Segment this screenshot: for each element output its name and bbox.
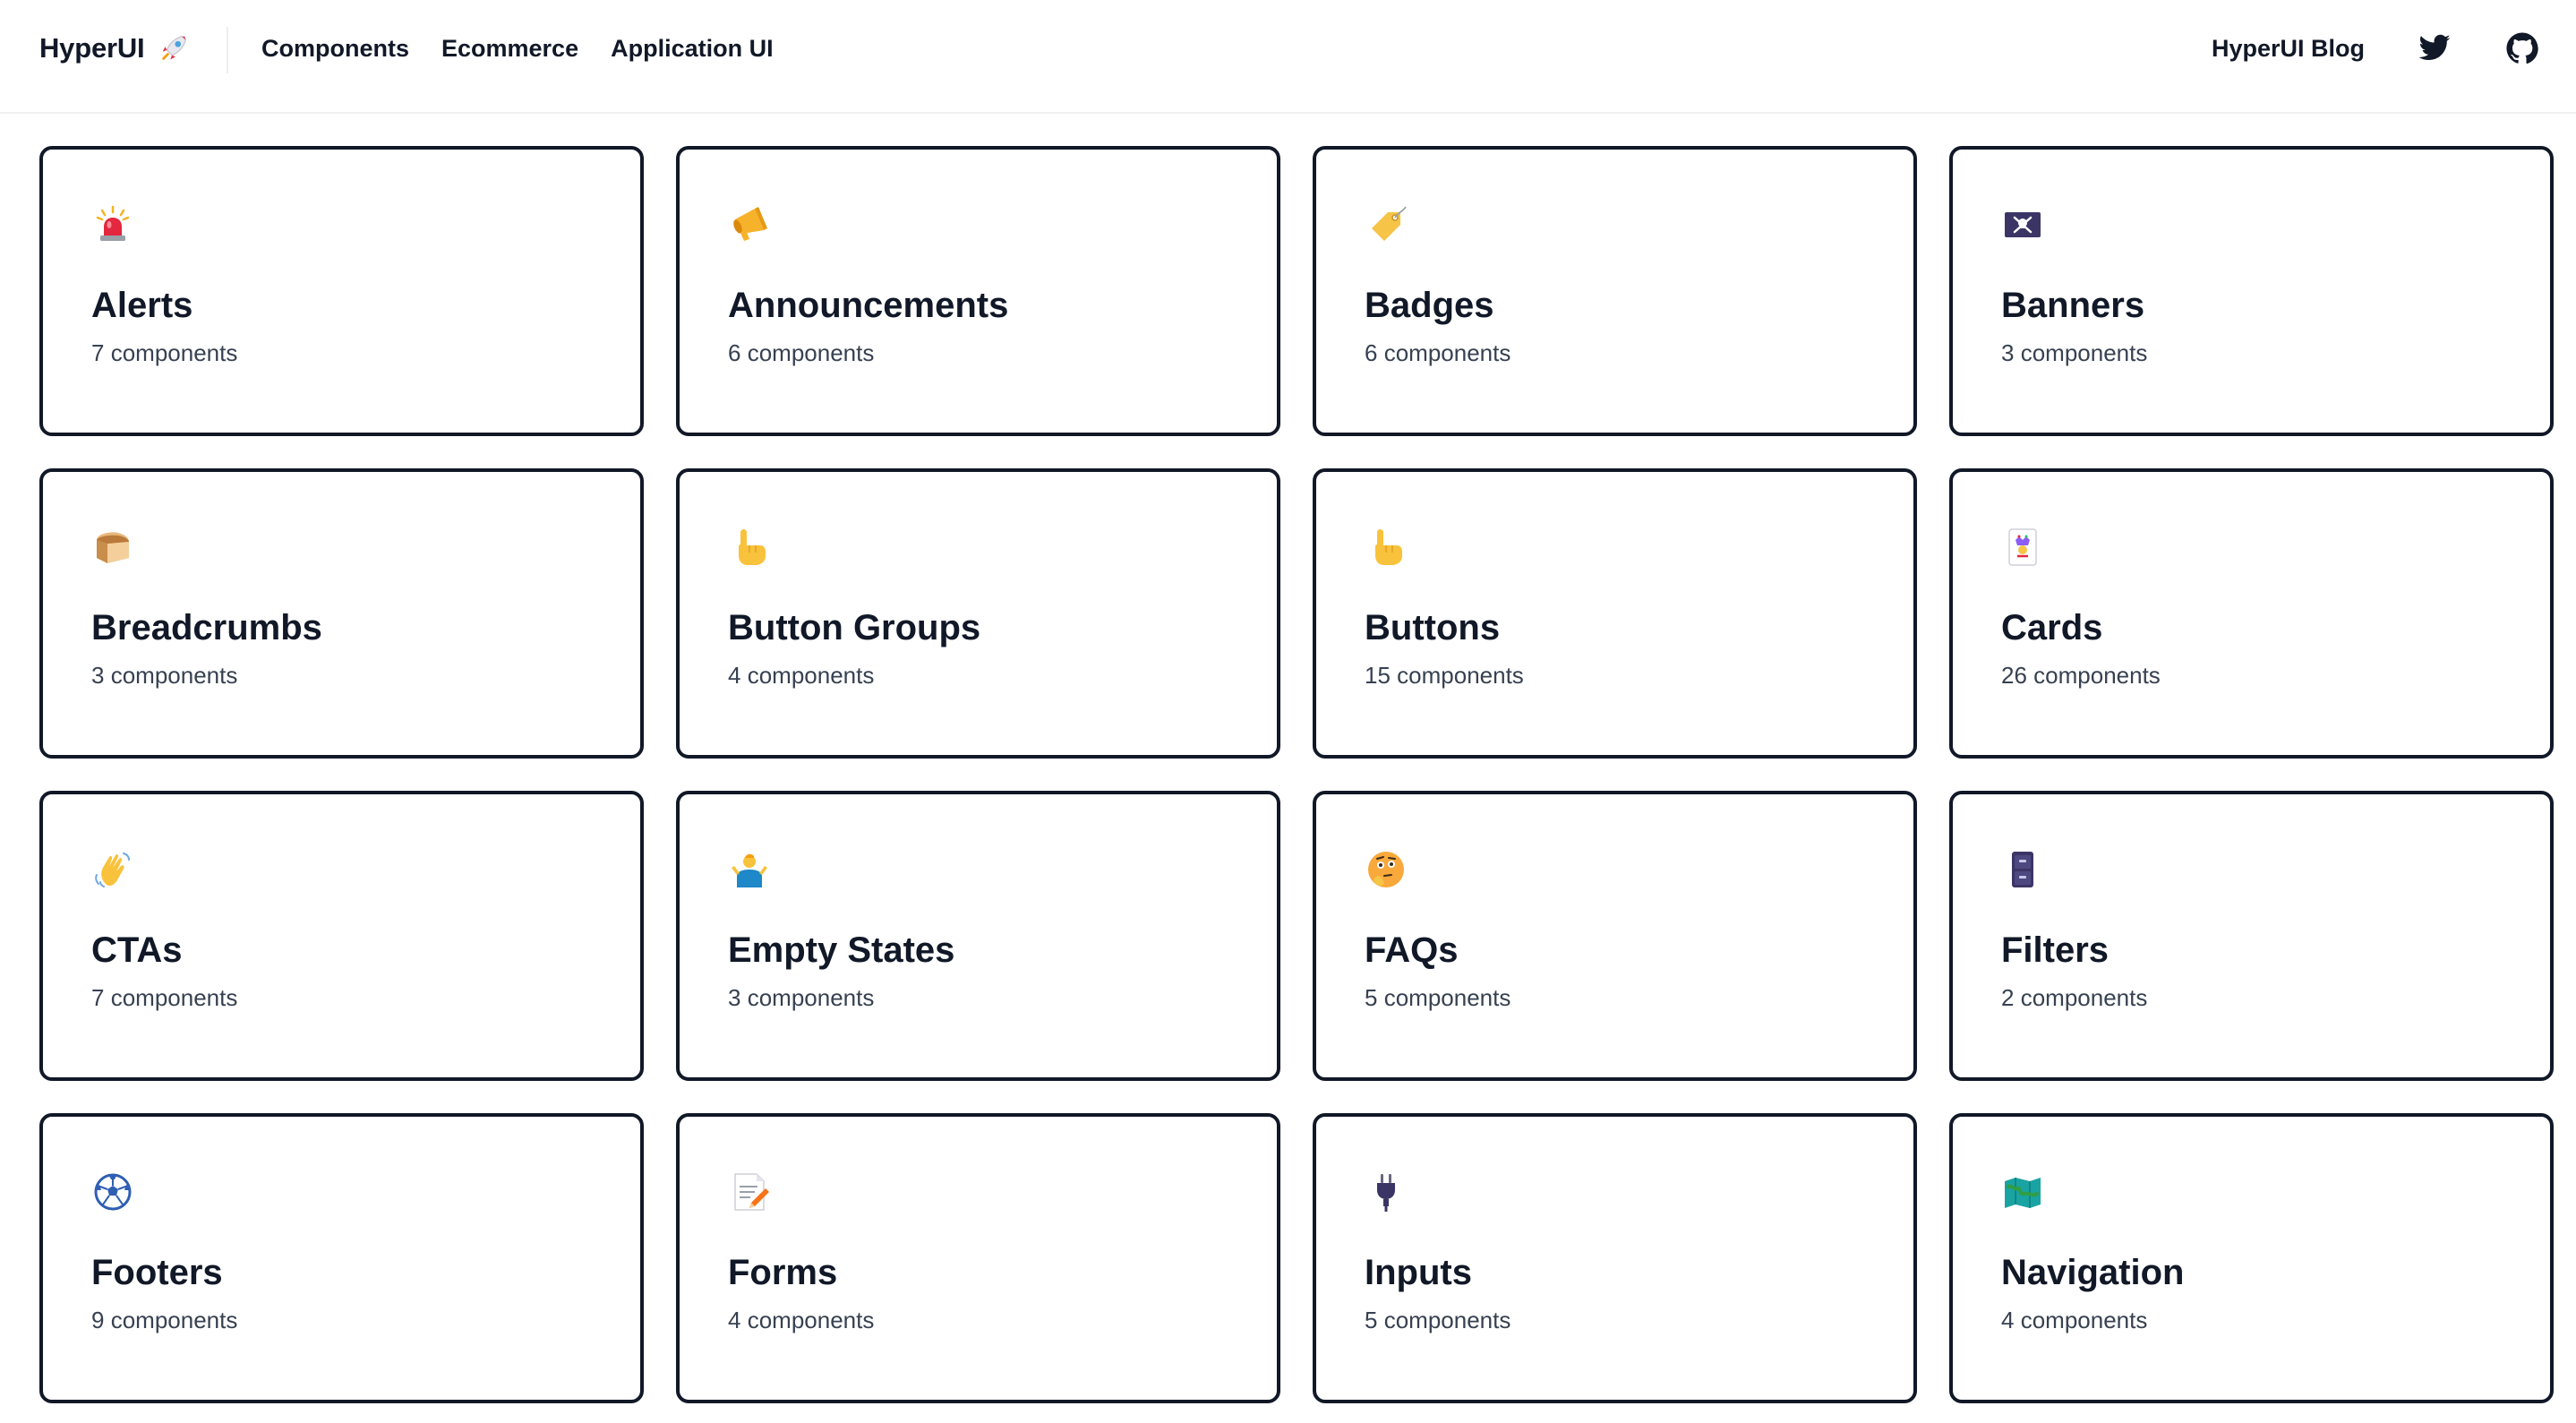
nav-ecommerce[interactable]: Ecommerce bbox=[441, 35, 578, 63]
thinking-face-icon bbox=[1368, 852, 1404, 887]
card-empty-states[interactable]: Empty States 3 components bbox=[676, 791, 1280, 1081]
header-divider bbox=[227, 27, 228, 73]
card-title: Alerts bbox=[91, 286, 193, 325]
card-count: 7 components bbox=[91, 339, 238, 366]
card-count: 4 components bbox=[2001, 1307, 2148, 1333]
nav-application-ui[interactable]: Application UI bbox=[611, 35, 774, 63]
card-count: 6 components bbox=[728, 339, 875, 366]
shrug-icon bbox=[732, 853, 767, 887]
card-forms[interactable]: Forms 4 components bbox=[676, 1113, 1280, 1403]
card-count: 15 components bbox=[1365, 662, 1524, 689]
card-buttons[interactable]: Buttons 15 components bbox=[1313, 468, 1917, 759]
bread-icon bbox=[97, 532, 129, 563]
pirate-flag-icon bbox=[2005, 212, 2041, 237]
card-title: Badges bbox=[1365, 286, 1494, 325]
card-alerts[interactable]: Alerts 7 components bbox=[39, 146, 644, 436]
card-count: 3 components bbox=[2001, 339, 2148, 366]
card-count: 2 components bbox=[2001, 984, 2148, 1011]
card-banners[interactable]: Banners 3 components bbox=[1949, 146, 2554, 436]
card-title: Forms bbox=[728, 1253, 838, 1292]
card-count: 26 components bbox=[2001, 662, 2161, 689]
top-header: HyperUI Components Ecommerce Application… bbox=[0, 0, 2576, 114]
component-grid: Alerts 7 components Announcements 6 comp… bbox=[39, 146, 2554, 1403]
card-faqs[interactable]: FAQs 5 components bbox=[1313, 791, 1917, 1081]
header-right: HyperUI Blog bbox=[2212, 27, 2540, 70]
joker-card-icon bbox=[2008, 528, 2037, 566]
card-count: 4 components bbox=[728, 1307, 875, 1333]
card-count: 9 components bbox=[91, 1307, 238, 1333]
card-navigation[interactable]: Navigation 4 components bbox=[1949, 1113, 2554, 1403]
card-count: 5 components bbox=[1365, 984, 1511, 1011]
card-inputs[interactable]: Inputs 5 components bbox=[1313, 1113, 1917, 1403]
pointing-hand-icon bbox=[1375, 529, 1402, 565]
card-filters[interactable]: Filters 2 components bbox=[1949, 791, 2554, 1081]
card-title: Navigation bbox=[2001, 1253, 2185, 1292]
pointing-hand-icon bbox=[739, 529, 766, 565]
brand-link[interactable]: HyperUI bbox=[39, 30, 191, 66]
police-light-icon bbox=[96, 205, 130, 241]
file-cabinet-icon bbox=[2012, 852, 2033, 887]
card-footers[interactable]: Footers 9 components bbox=[39, 1113, 644, 1403]
plug-icon bbox=[1377, 1174, 1395, 1212]
card-title: Button Groups bbox=[728, 608, 981, 647]
card-count: 6 components bbox=[1365, 339, 1511, 366]
card-title: FAQs bbox=[1365, 930, 1459, 970]
megaphone-icon bbox=[733, 207, 767, 241]
card-title: Footers bbox=[91, 1253, 223, 1292]
card-title: Announcements bbox=[728, 286, 1009, 325]
tag-icon bbox=[1372, 206, 1407, 241]
card-count: 5 components bbox=[1365, 1307, 1511, 1333]
card-count: 7 components bbox=[91, 984, 238, 1011]
card-cards[interactable]: Cards 26 components bbox=[1949, 468, 2554, 759]
rocket-icon bbox=[162, 35, 187, 60]
card-title: Cards bbox=[2001, 608, 2103, 647]
main-nav: Components Ecommerce Application UI bbox=[261, 30, 774, 66]
card-title: Banners bbox=[2001, 286, 2145, 325]
github-icon[interactable] bbox=[2504, 30, 2540, 66]
card-badges[interactable]: Badges 6 components bbox=[1313, 146, 1917, 436]
map-icon bbox=[2005, 1178, 2041, 1208]
card-title: Empty States bbox=[728, 930, 955, 970]
nav-components[interactable]: Components bbox=[261, 35, 409, 63]
card-title: Inputs bbox=[1365, 1253, 1472, 1292]
card-title: Buttons bbox=[1365, 608, 1501, 647]
card-button-groups[interactable]: Button Groups 4 components bbox=[676, 468, 1280, 759]
twitter-icon[interactable] bbox=[2417, 30, 2452, 66]
memo-icon bbox=[734, 1173, 769, 1211]
card-title: Filters bbox=[2001, 930, 2110, 970]
card-breadcrumbs[interactable]: Breadcrumbs 3 components bbox=[39, 468, 644, 759]
card-count: 3 components bbox=[728, 984, 875, 1011]
card-ctas[interactable]: CTAs 7 components bbox=[39, 791, 644, 1081]
card-title: CTAs bbox=[91, 930, 183, 970]
brand-name: HyperUI bbox=[39, 32, 145, 64]
soccer-ball-icon bbox=[94, 1173, 132, 1211]
blog-link[interactable]: HyperUI Blog bbox=[2212, 35, 2365, 63]
card-count: 3 components bbox=[91, 662, 238, 689]
card-count: 4 components bbox=[728, 662, 875, 689]
card-announcements[interactable]: Announcements 6 components bbox=[676, 146, 1280, 436]
card-title: Breadcrumbs bbox=[91, 608, 322, 647]
waving-hand-icon bbox=[95, 853, 130, 887]
